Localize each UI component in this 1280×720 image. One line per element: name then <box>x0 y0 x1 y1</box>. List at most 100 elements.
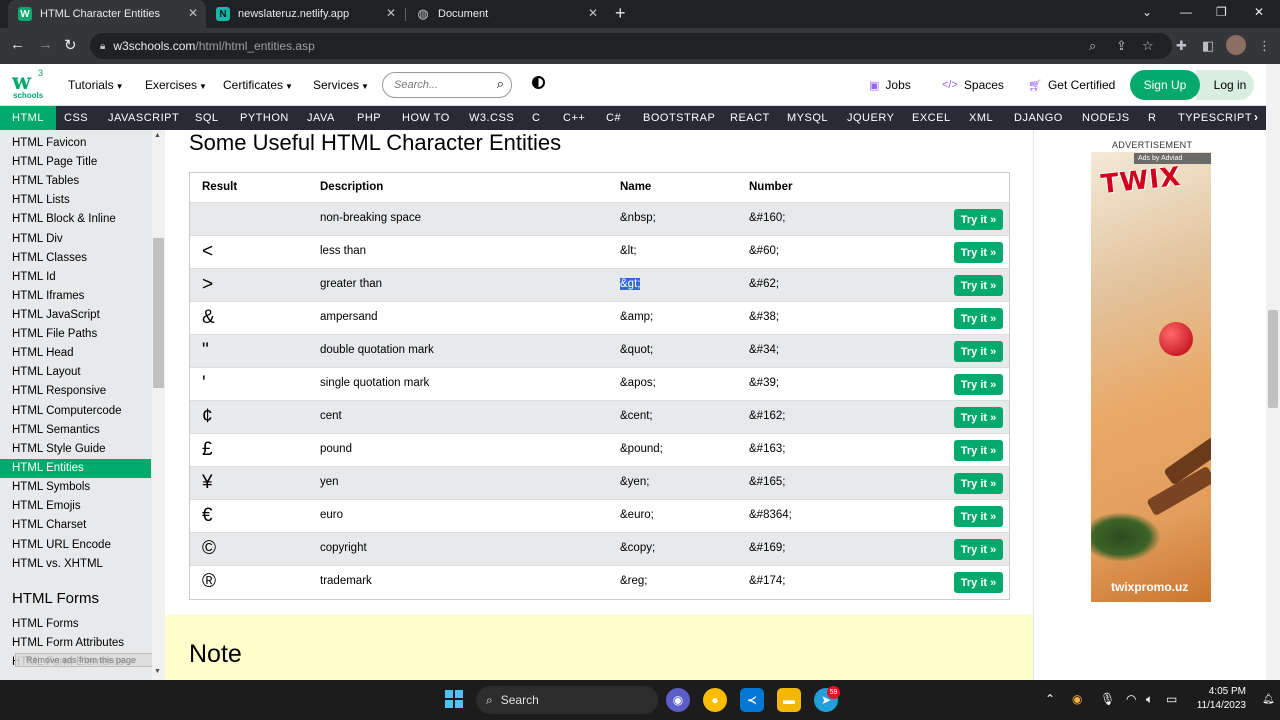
sidebar-item[interactable]: HTML Page Title <box>0 153 151 172</box>
topic-react[interactable]: REACT <box>718 106 782 130</box>
sidebar-item[interactable]: HTML Symbols <box>0 478 151 497</box>
share-icon[interactable]: ⇪ <box>1116 38 1127 54</box>
try-it-button[interactable]: Try it » <box>954 539 1003 560</box>
sidebar-item[interactable]: HTML Style Guide <box>0 440 151 459</box>
topic-php[interactable]: PHP <box>345 106 393 130</box>
try-it-button[interactable]: Try it » <box>954 572 1003 593</box>
microphone-icon[interactable]: 🎙︎ <box>1100 692 1115 706</box>
sidebar-item[interactable]: HTML Classes <box>0 249 151 268</box>
topic-w3css[interactable]: W3.CSS <box>457 106 526 130</box>
sidebar-item[interactable]: HTML Computercode <box>0 402 151 421</box>
try-it-button[interactable]: Try it » <box>954 473 1003 494</box>
search-icon[interactable]: ⌕ <box>497 76 504 92</box>
sidebar-item[interactable]: HTML File Paths <box>0 325 151 344</box>
back-arrow-icon[interactable]: ← <box>10 36 25 53</box>
try-it-button[interactable]: Try it » <box>954 506 1003 527</box>
browser-menu-icon[interactable]: ⋮ <box>1258 38 1271 54</box>
battery-icon[interactable]: ▭ <box>1166 692 1177 706</box>
sidebar-item[interactable]: HTML URL Encode <box>0 536 151 555</box>
tab-html-character-entities[interactable]: W HTML Character Entities ✕ <box>8 0 206 28</box>
scroll-down-arrow-icon[interactable]: ▼ <box>154 668 161 675</box>
close-tab-icon[interactable]: ✕ <box>188 6 198 20</box>
topic-r[interactable]: R <box>1136 106 1168 130</box>
sidebar-item-active[interactable]: HTML Entities <box>0 459 151 478</box>
get-certified-link[interactable]: 🛒︎ Get Certified <box>1028 78 1115 92</box>
sidebar-item[interactable]: HTML Charset <box>0 516 151 535</box>
sidebar-item[interactable]: HTML Forms <box>0 615 151 634</box>
login-button[interactable]: Log in <box>1196 70 1254 100</box>
menu-exercises[interactable]: Exercises ▼ <box>145 78 207 92</box>
sidebar-item[interactable]: HTML Semantics <box>0 421 151 440</box>
topic-c[interactable]: C <box>520 106 552 130</box>
topic-nodejs[interactable]: NODEJS <box>1070 106 1142 130</box>
taskbar-search[interactable]: ⌕ Search <box>476 686 658 714</box>
sidebar-item[interactable]: HTML JavaScript <box>0 306 151 325</box>
url-field[interactable]: 🔒︎ w3schools.com /html/html_entities.asp <box>90 33 1172 59</box>
sidebar-item[interactable]: HTML Emojis <box>0 497 151 516</box>
try-it-button[interactable]: Try it » <box>954 242 1003 263</box>
topic-typescript[interactable]: TYPESCRIPT <box>1166 106 1264 130</box>
topic-xml[interactable]: XML <box>957 106 1005 130</box>
sidebar-item[interactable]: HTML Tables <box>0 172 151 191</box>
menu-certificates[interactable]: Certificates ▼ <box>223 78 293 92</box>
menu-tutorials[interactable]: Tutorials ▼ <box>68 78 124 92</box>
topic-bootstrap[interactable]: BOOTSTRAP <box>631 106 727 130</box>
sidebar-item[interactable]: HTML Responsive <box>0 382 151 401</box>
topic-jquery[interactable]: JQUERY <box>835 106 906 130</box>
jobs-link[interactable]: ▣ Jobs <box>869 78 911 92</box>
extensions-puzzle-icon[interactable]: ✚ <box>1176 38 1187 54</box>
topic-how-to[interactable]: HOW TO <box>390 106 462 130</box>
tab-document[interactable]: ◍ Document ✕ <box>406 0 606 28</box>
scroll-up-arrow-icon[interactable]: ▲ <box>154 132 161 139</box>
zoom-search-icon[interactable]: ⌕ <box>1089 38 1096 54</box>
app-tray-icon[interactable]: ◉ <box>1072 692 1082 706</box>
sidebar-item[interactable]: HTML Head <box>0 344 151 363</box>
try-it-button[interactable]: Try it » <box>954 440 1003 461</box>
sidebar-item[interactable]: HTML Div <box>0 230 151 249</box>
topic-django[interactable]: DJANGO <box>1002 106 1075 130</box>
sidebar-item[interactable]: HTML Form Attributes <box>0 634 151 653</box>
close-tab-icon[interactable]: ✕ <box>588 6 598 20</box>
sidebar-scrollbar[interactable] <box>152 130 165 680</box>
sidebar-item[interactable]: HTML Id <box>0 268 151 287</box>
notification-bell-icon[interactable]: 🔔︎ <box>1262 694 1275 705</box>
file-explorer-icon[interactable]: ▬ <box>777 688 801 712</box>
minimize-icon[interactable]: — <box>1180 5 1192 19</box>
search-input[interactable]: Search... ⌕ <box>382 72 512 98</box>
sidebar-item[interactable]: HTML Block & Inline <box>0 210 151 229</box>
tab-search-chevron-icon[interactable]: ⌄ <box>1142 5 1152 19</box>
topic-python[interactable]: PYTHON <box>228 106 301 130</box>
tab-newslateruz[interactable]: N newslateruz.netlify.app ✕ <box>206 0 404 28</box>
forward-arrow-icon[interactable]: → <box>38 36 53 53</box>
sidebar-item[interactable]: HTML Layout <box>0 363 151 382</box>
windows-start-icon[interactable] <box>445 690 463 708</box>
chevron-right-icon[interactable]: › <box>1254 110 1258 124</box>
topic-excel[interactable]: EXCEL <box>900 106 963 130</box>
reload-icon[interactable]: ↻ <box>64 36 77 54</box>
volume-icon[interactable]: 🔈︎ <box>1146 692 1153 707</box>
topic-javascript[interactable]: JAVASCRIPT <box>96 106 191 130</box>
side-panel-icon[interactable]: ◧ <box>1202 38 1214 54</box>
try-it-button[interactable]: Try it » <box>954 209 1003 230</box>
topic-css[interactable]: CSS <box>52 106 100 130</box>
chrome-icon[interactable]: ● <box>703 688 727 712</box>
bookmark-star-icon[interactable]: ☆ <box>1142 38 1154 54</box>
close-tab-icon[interactable]: ✕ <box>386 6 396 20</box>
sidebar-item[interactable]: HTML Favicon <box>0 134 151 153</box>
remove-ads-tooltip[interactable]: Remove ads from this page <box>15 653 165 667</box>
taskbar-clock[interactable]: 4:05 PM 11/14/2023 <box>1188 685 1246 713</box>
topic-cpp[interactable]: C++ <box>551 106 597 130</box>
chat-app-icon[interactable]: ◉ <box>666 688 690 712</box>
dark-mode-toggle-icon[interactable] <box>532 76 545 89</box>
maximize-icon[interactable]: ❐ <box>1216 5 1227 19</box>
wifi-icon[interactable]: ◠ <box>1126 692 1136 706</box>
w3schools-logo[interactable]: w 3 schools <box>12 68 46 101</box>
try-it-button[interactable]: Try it » <box>954 308 1003 329</box>
menu-services[interactable]: Services ▼ <box>313 78 369 92</box>
topic-csharp[interactable]: C# <box>594 106 633 130</box>
profile-avatar[interactable] <box>1226 35 1246 55</box>
page-scroll-thumb[interactable] <box>1268 310 1278 408</box>
try-it-button[interactable]: Try it » <box>954 407 1003 428</box>
topic-sql[interactable]: SQL <box>183 106 231 130</box>
tray-overflow-chevron-icon[interactable]: ⌃ <box>1045 692 1055 706</box>
